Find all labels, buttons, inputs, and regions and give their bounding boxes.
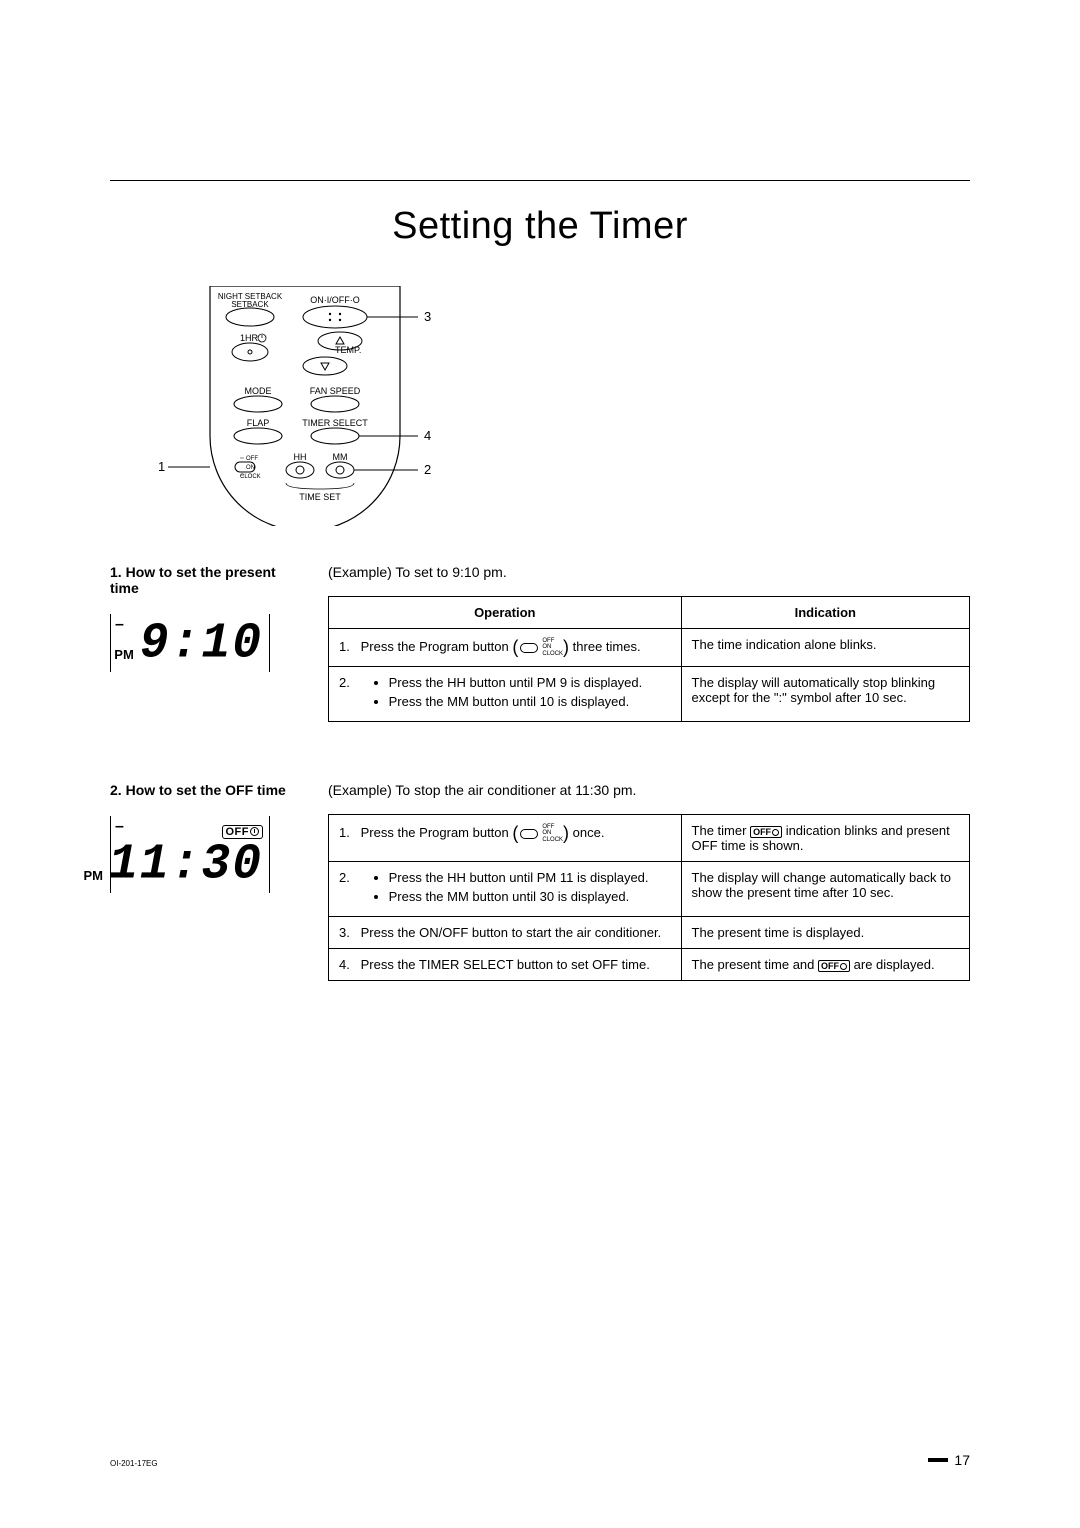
- display1-time: 9:10: [140, 619, 263, 669]
- s2-row4-ind: The present time and OFF are displayed.: [681, 949, 969, 981]
- section2-heading: 2. How to set the OFF time: [110, 782, 300, 798]
- label-fanspeed: FAN SPEED: [310, 386, 361, 396]
- s2-row1-ind: The timer OFF indication blinks and pres…: [681, 815, 969, 862]
- callout-2: 2: [424, 462, 431, 477]
- callout-3: 3: [424, 309, 431, 324]
- remote-diagram: NIGHT SETBACK SETBACK ON·I/OFF·O 1HR. TE…: [140, 286, 970, 526]
- page-title: Setting the Timer: [110, 205, 970, 248]
- s1-row2-op: 2. Press the HH button until PM 9 is dis…: [329, 667, 682, 722]
- off-badge-icon: OFF: [818, 960, 850, 972]
- s2-row2-b1: Press the HH button until PM 11 is displ…: [389, 870, 669, 885]
- remote-svg: NIGHT SETBACK SETBACK ON·I/OFF·O 1HR. TE…: [140, 286, 480, 526]
- s2-row1-op: 1. Press the Program button ( OFF ON CLO…: [329, 815, 682, 862]
- s2-row3-ind: The present time is displayed.: [681, 917, 969, 949]
- section1-num: 1.: [110, 564, 122, 580]
- s1-row1-ind: The time indication alone blinks.: [681, 629, 969, 667]
- label-1hr: 1HR.: [240, 333, 261, 343]
- display-present-time: – PM 9:10: [110, 614, 270, 672]
- callout-1: 1: [158, 459, 165, 474]
- section1-example: (Example) To set to 9:10 pm.: [328, 564, 970, 580]
- label-hh: HH: [294, 452, 307, 462]
- program-button-icon: ( OFF ON CLOCK ): [512, 823, 569, 844]
- section2-example: (Example) To stop the air conditioner at…: [328, 782, 970, 798]
- display2-time: 11:30: [109, 840, 263, 890]
- off-badge-icon: OFF: [750, 826, 782, 838]
- page-footer: OI-201-17EG 17: [110, 1452, 970, 1468]
- section1-table: Operation Indication 1. Press the Progra…: [328, 596, 970, 722]
- label-mm: MM: [333, 452, 348, 462]
- label-mode: MODE: [245, 386, 272, 396]
- s2-row2-op: 2. Press the HH button until PM 11 is di…: [329, 862, 682, 917]
- display2-minus: –: [115, 818, 124, 836]
- label-onoff: ON·I/OFF·O: [310, 295, 360, 305]
- s2-row2-ind: The display will change automatically ba…: [681, 862, 969, 917]
- rule-top: [110, 180, 970, 181]
- program-button-icon: ( OFF ON CLOCK ): [512, 637, 569, 658]
- label-timeset: TIME SET: [299, 492, 341, 502]
- callout-4: 4: [424, 428, 431, 443]
- section2-table: 1. Press the Program button ( OFF ON CLO…: [328, 814, 970, 981]
- s1-row1-op: 1. Press the Program button ( OFF ON CLO…: [329, 629, 682, 667]
- footer-bar-icon: [928, 1458, 948, 1462]
- display2-pm: PM: [83, 868, 103, 883]
- th-indication: Indication: [681, 597, 969, 629]
- page-number: 17: [954, 1452, 970, 1468]
- label-timerselect: TIMER SELECT: [302, 418, 368, 428]
- section2-title: How to set the OFF time: [126, 782, 286, 798]
- s1-row2-b2: Press the MM button until 10 is displaye…: [389, 694, 669, 709]
- section-set-off-time: 2. How to set the OFF time – OFF PM 11:3…: [110, 782, 970, 981]
- display1-pm: PM: [114, 647, 134, 662]
- label-off: OFF: [246, 456, 258, 462]
- s2-row2-b2: Press the MM button until 30 is displaye…: [389, 889, 669, 904]
- display-off-time: – OFF PM 11:30: [110, 816, 270, 893]
- th-operation: Operation: [329, 597, 682, 629]
- s2-row4-op: 4. Press the TIMER SELECT button to set …: [329, 949, 682, 981]
- s1-row2-b1: Press the HH button until PM 9 is displa…: [389, 675, 669, 690]
- display1-minus: –: [115, 616, 124, 634]
- doc-id: OI-201-17EG: [110, 1459, 158, 1468]
- s2-row3-op: 3. Press the ON/OFF button to start the …: [329, 917, 682, 949]
- s1-row2-ind: The display will automatically stop blin…: [681, 667, 969, 722]
- clock-icon: [250, 827, 259, 836]
- section1-title: How to set the present time: [110, 564, 276, 596]
- section2-num: 2.: [110, 782, 122, 798]
- label-flap: FLAP: [247, 418, 270, 428]
- section1-heading: 1. How to set the present time: [110, 564, 300, 596]
- section-set-present-time: 1. How to set the present time – PM 9:10…: [110, 564, 970, 722]
